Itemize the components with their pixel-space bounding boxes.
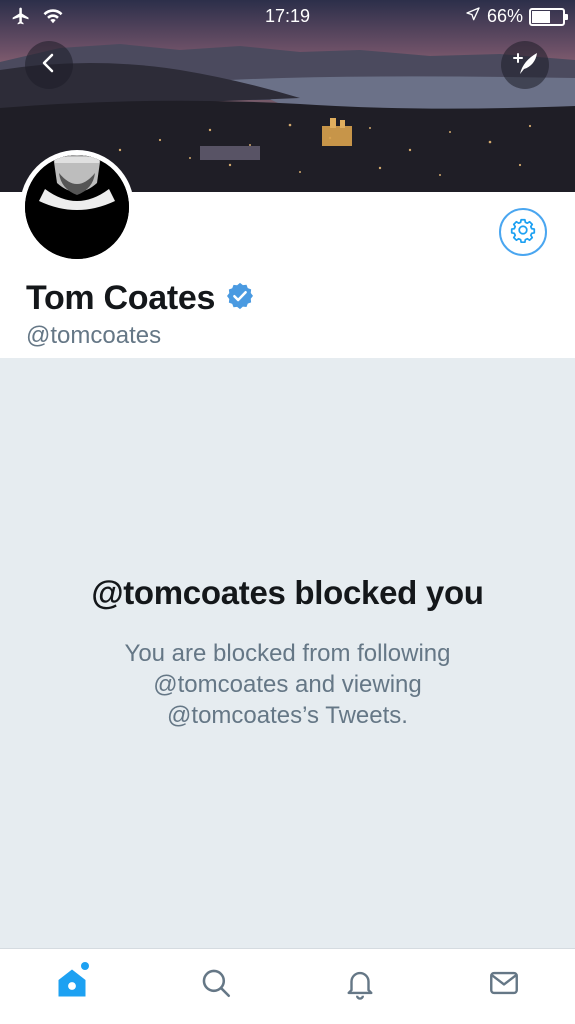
compose-quill-icon [510,49,540,82]
back-button[interactable] [25,41,73,89]
tab-notifications[interactable] [340,965,380,1005]
battery-icon [529,7,568,26]
bell-icon [343,966,377,1005]
home-icon [54,965,90,1006]
envelope-icon [487,966,521,1005]
tab-bar [0,948,575,1024]
profile-name: Tom Coates [26,279,216,317]
tab-messages[interactable] [484,965,524,1005]
tab-search[interactable] [196,965,236,1005]
avatar[interactable] [20,150,134,264]
profile-handle: @tomcoates [26,322,162,349]
compose-tweet-button[interactable] [501,41,549,89]
home-new-content-dot [81,962,89,970]
blocked-notice: @tomcoates blocked you You are blocked f… [0,358,575,948]
tab-home[interactable] [52,965,92,1005]
location-arrow-icon [465,6,481,27]
profile-settings-button[interactable] [499,208,547,256]
blocked-title: @tomcoates blocked you [91,574,484,611]
blocked-message: You are blocked from following @tomcoate… [124,640,451,729]
chevron-left-icon [39,52,59,79]
gear-icon [510,217,536,248]
verified-badge-icon [225,281,255,316]
search-icon [199,966,233,1005]
status-bar: 17:19 66% [0,0,575,34]
battery-percent: 66% [486,6,523,26]
avatar-image [25,155,129,259]
